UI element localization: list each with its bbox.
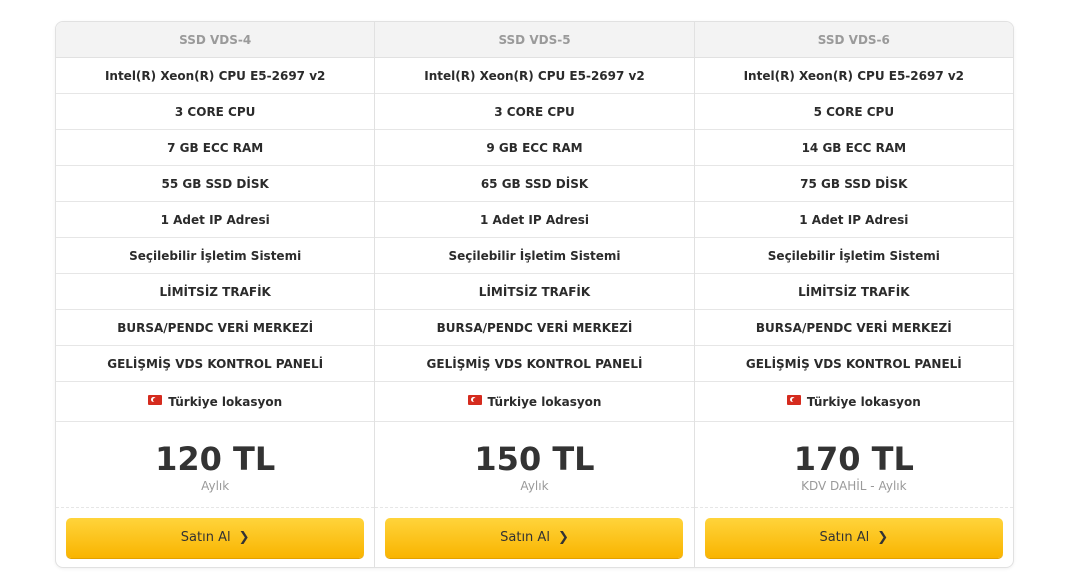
feature-traffic: LİMİTSİZ TRAFİK — [56, 274, 375, 310]
feature-cores: 5 CORE CPU — [694, 94, 1013, 130]
feature-os: Seçilebilir İşletim Sistemi — [56, 238, 375, 274]
price-period: KDV DAHİL - Aylık — [801, 478, 907, 493]
buy-button-label: Satın Al — [180, 530, 231, 545]
plan-name: SSD VDS-5 — [375, 22, 694, 58]
price-period: Aylık — [201, 478, 230, 493]
buy-button-vds-5[interactable]: Satın Al ❯ — [385, 517, 684, 558]
button-wrap: Satın Al ❯ — [56, 508, 374, 567]
buy-button-label: Satın Al — [819, 530, 870, 545]
feature-cpu-model: Intel(R) Xeon(R) CPU E5-2697 v2 — [375, 58, 694, 94]
plan-column-vds-6: SSD VDS-6 Intel(R) Xeon(R) CPU E5-2697 v… — [694, 22, 1013, 567]
feature-ram: 7 GB ECC RAM — [56, 130, 375, 166]
price-block: 150 TL Aylık — [375, 422, 694, 508]
feature-cpu-model: Intel(R) Xeon(R) CPU E5-2697 v2 — [56, 58, 375, 94]
feature-cores: 3 CORE CPU — [375, 94, 694, 130]
feature-ip: 1 Adet IP Adresi — [694, 202, 1013, 238]
location-label: Türkiye lokasyon — [487, 394, 602, 409]
feature-datacenter: BURSA/PENDC VERİ MERKEZİ — [375, 310, 694, 346]
price-block: 170 TL KDV DAHİL - Aylık — [694, 422, 1013, 508]
feature-cores: 3 CORE CPU — [56, 94, 375, 130]
feature-disk: 65 GB SSD DİSK — [375, 166, 694, 202]
plan-column-vds-4: SSD VDS-4 Intel(R) Xeon(R) CPU E5-2697 v… — [56, 22, 376, 567]
turkey-flag-icon — [786, 394, 801, 405]
feature-location: Türkiye lokasyon — [375, 382, 694, 422]
chevron-right-icon: ❯ — [557, 530, 569, 545]
feature-control-panel: GELİŞMİŞ VDS KONTROL PANELİ — [375, 346, 694, 382]
feature-os: Seçilebilir İşletim Sistemi — [375, 238, 694, 274]
feature-location: Türkiye lokasyon — [56, 382, 375, 422]
feature-disk: 75 GB SSD DİSK — [694, 166, 1013, 202]
price-amount: 170 TL — [793, 439, 914, 478]
feature-traffic: LİMİTSİZ TRAFİK — [375, 274, 694, 310]
feature-traffic: LİMİTSİZ TRAFİK — [694, 274, 1013, 310]
turkey-flag-icon — [467, 394, 482, 405]
pricing-table: SSD VDS-4 Intel(R) Xeon(R) CPU E5-2697 v… — [55, 21, 1014, 568]
turkey-flag-icon — [148, 394, 163, 405]
feature-ip: 1 Adet IP Adresi — [56, 202, 375, 238]
feature-control-panel: GELİŞMİŞ VDS KONTROL PANELİ — [694, 346, 1013, 382]
feature-ip: 1 Adet IP Adresi — [375, 202, 694, 238]
feature-os: Seçilebilir İşletim Sistemi — [694, 238, 1013, 274]
price-amount: 150 TL — [474, 439, 595, 478]
button-wrap: Satın Al ❯ — [695, 508, 1013, 567]
price-amount: 120 TL — [155, 439, 276, 478]
location-label: Türkiye lokasyon — [806, 394, 921, 409]
buy-button-label: Satın Al — [500, 530, 550, 545]
feature-disk: 55 GB SSD DİSK — [56, 166, 375, 202]
feature-datacenter: BURSA/PENDC VERİ MERKEZİ — [694, 310, 1013, 346]
chevron-right-icon: ❯ — [238, 530, 250, 545]
feature-location: Türkiye lokasyon — [694, 382, 1013, 422]
chevron-right-icon: ❯ — [877, 530, 889, 545]
feature-control-panel: GELİŞMİŞ VDS KONTROL PANELİ — [56, 346, 375, 382]
feature-ram: 9 GB ECC RAM — [375, 130, 694, 166]
price-block: 120 TL Aylık — [56, 422, 375, 508]
plan-name: SSD VDS-4 — [56, 22, 375, 58]
location-label: Türkiye lokasyon — [168, 394, 283, 409]
feature-cpu-model: Intel(R) Xeon(R) CPU E5-2697 v2 — [694, 58, 1013, 94]
feature-ram: 14 GB ECC RAM — [694, 130, 1013, 166]
plan-column-vds-5: SSD VDS-5 Intel(R) Xeon(R) CPU E5-2697 v… — [375, 22, 695, 567]
price-period: Aylık — [520, 478, 549, 493]
button-wrap: Satın Al ❯ — [375, 508, 693, 567]
buy-button-vds-6[interactable]: Satın Al ❯ — [704, 517, 1003, 558]
feature-datacenter: BURSA/PENDC VERİ MERKEZİ — [56, 310, 375, 346]
plan-name: SSD VDS-6 — [694, 22, 1013, 58]
buy-button-vds-4[interactable]: Satın Al ❯ — [66, 517, 365, 558]
